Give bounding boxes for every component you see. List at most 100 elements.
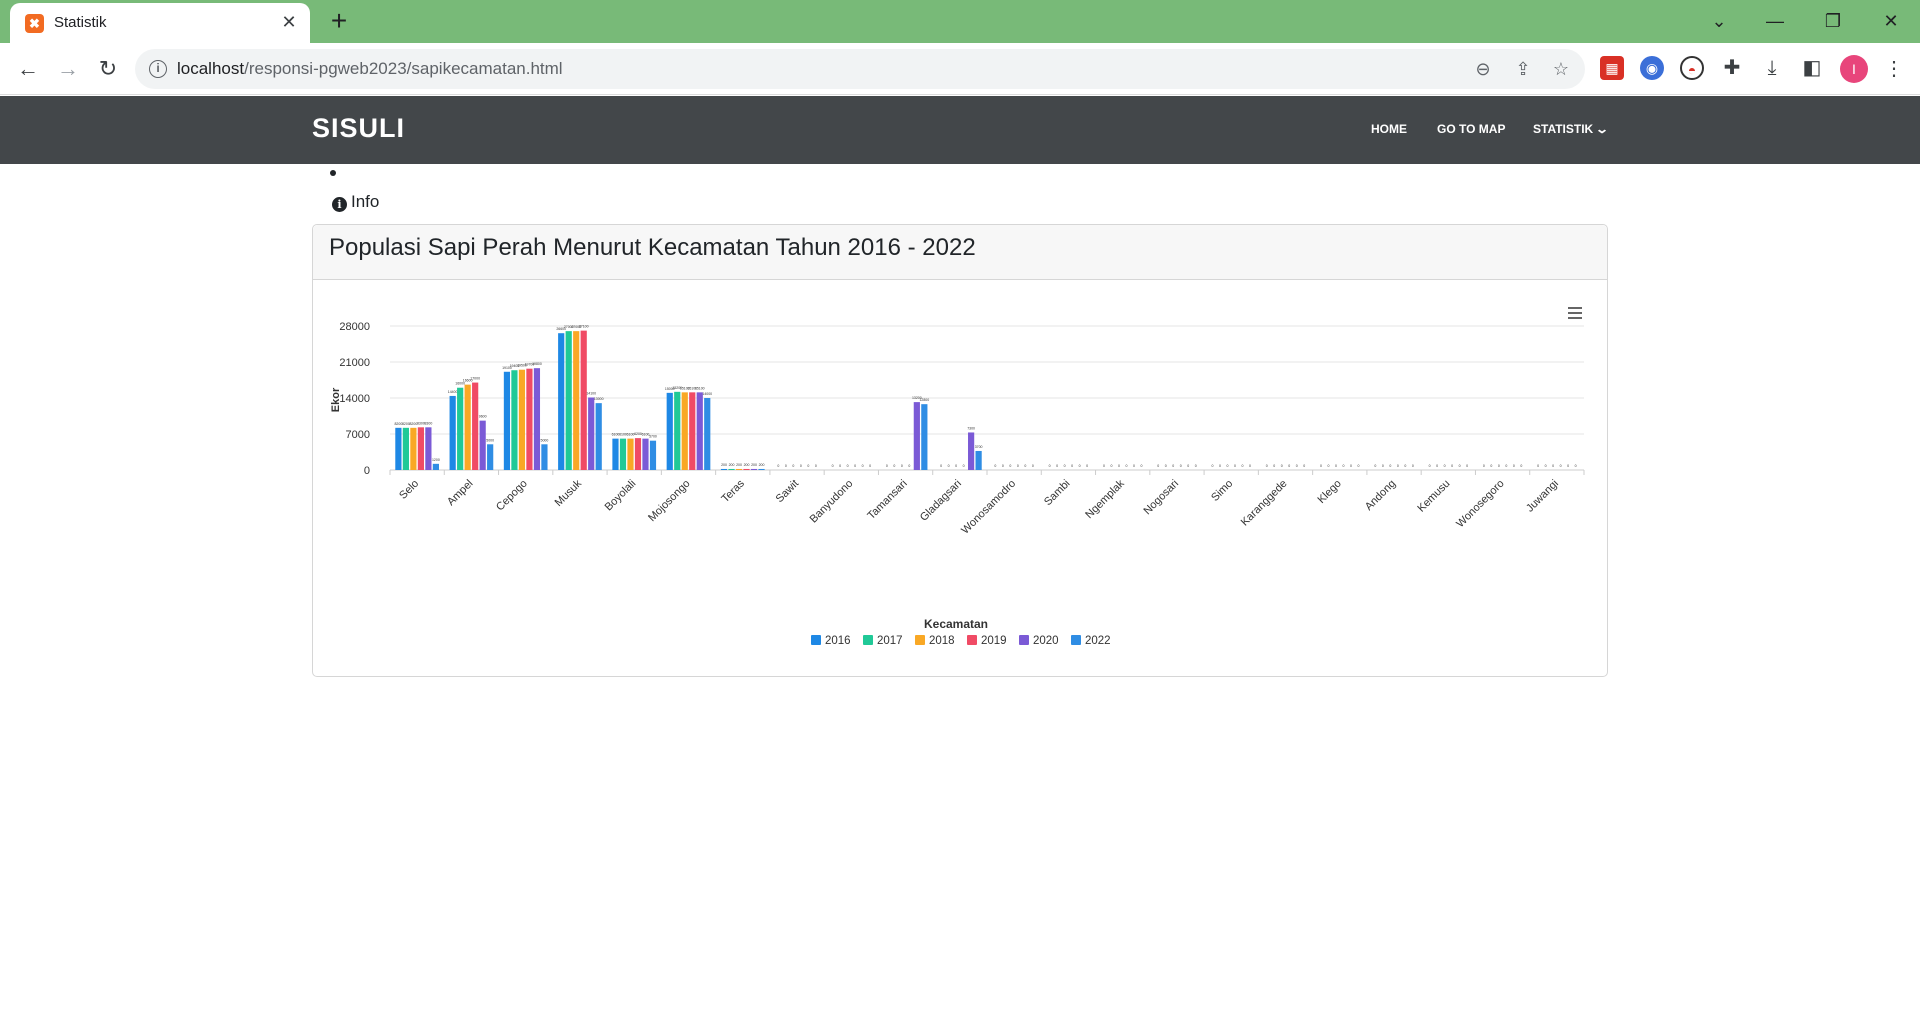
data-label: 0 xyxy=(955,464,957,468)
menu-kebab-icon[interactable]: ⋮ xyxy=(1884,55,1904,83)
data-label: 27100 xyxy=(579,325,589,329)
data-label: 0 xyxy=(1165,464,1167,468)
data-label: 0 xyxy=(1180,464,1182,468)
bar xyxy=(511,370,518,470)
bar xyxy=(758,468,765,470)
browser-tabstrip: ✖ Statistik ✕ + ⌄ — ❐ ✕ xyxy=(0,0,1920,43)
info-label: Info xyxy=(351,192,380,211)
data-label: 5000 xyxy=(541,438,549,442)
data-label: 0 xyxy=(1412,464,1414,468)
data-label: 0 xyxy=(940,464,942,468)
bar xyxy=(541,444,548,470)
chart-card: Populasi Sapi Perah Menurut Kecamatan Ta… xyxy=(312,224,1608,677)
extension-blue-icon[interactable]: ◉ xyxy=(1640,56,1664,80)
new-tab-icon[interactable]: + xyxy=(324,6,354,36)
x-tick-label: Gladagsari xyxy=(918,478,964,524)
extension-red-icon[interactable]: ▦ xyxy=(1600,56,1624,80)
reload-icon[interactable]: ↻ xyxy=(92,53,124,85)
x-tick-label: Teras xyxy=(719,477,747,505)
bar xyxy=(457,387,464,470)
bar xyxy=(580,330,587,470)
bar xyxy=(464,384,471,470)
hamburger-menu-icon[interactable] xyxy=(1568,307,1582,319)
window-close-icon[interactable]: ✕ xyxy=(1876,6,1906,36)
data-label: 0 xyxy=(839,464,841,468)
address-bar[interactable]: i localhost/responsi-pgweb2023/sapikecam… xyxy=(135,49,1585,89)
nav-home[interactable]: HOME xyxy=(1371,122,1407,136)
zoom-icon[interactable]: ⊖ xyxy=(1471,57,1495,81)
data-label: 0 xyxy=(1133,464,1135,468)
legend-label: 2022 xyxy=(1085,635,1111,647)
nav-go-to-map[interactable]: GO TO MAP xyxy=(1437,122,1505,136)
bar xyxy=(674,391,681,470)
data-label: 0 xyxy=(1350,464,1352,468)
data-label: 0 xyxy=(1436,464,1438,468)
bar xyxy=(704,398,711,470)
data-label: 0 xyxy=(832,464,834,468)
x-axis-label: Kecamatan xyxy=(924,617,988,631)
bar xyxy=(681,392,688,470)
site-info-icon[interactable]: i xyxy=(149,60,167,78)
data-label: 0 xyxy=(807,464,809,468)
data-label: 0 xyxy=(1404,464,1406,468)
brand-logo[interactable]: SISULI xyxy=(312,113,405,144)
data-label: 0 xyxy=(1358,464,1360,468)
data-label: 0 xyxy=(1212,464,1214,468)
chevron-down-icon[interactable]: ⌄ xyxy=(1704,6,1734,36)
profile-avatar[interactable]: I xyxy=(1840,55,1868,83)
data-label: 14400 xyxy=(448,390,458,394)
legend-swatch xyxy=(863,635,873,645)
data-label: 19800 xyxy=(532,362,542,366)
x-tick-label: Juwangi xyxy=(1524,478,1561,515)
data-label: 0 xyxy=(1389,464,1391,468)
puzzle-icon[interactable]: ✚ xyxy=(1720,56,1744,80)
y-tick-label: 7000 xyxy=(346,429,370,441)
card-header: Populasi Sapi Perah Menurut Kecamatan Ta… xyxy=(313,225,1607,280)
legend-swatch xyxy=(915,635,925,645)
x-tick-label: Klego xyxy=(1316,478,1344,506)
x-tick-label: Andong xyxy=(1363,478,1398,513)
bookmark-star-icon[interactable]: ☆ xyxy=(1549,57,1573,81)
site-navbar: SISULI HOME GO TO MAP STATISTIK ⌄ xyxy=(0,96,1920,164)
legend-label: 2019 xyxy=(981,635,1007,647)
minimize-icon[interactable]: — xyxy=(1760,6,1790,36)
legend-label: 2016 xyxy=(825,635,851,647)
y-tick-label: 0 xyxy=(364,465,370,477)
download-icon[interactable]: ⤓ xyxy=(1760,56,1784,80)
bar xyxy=(558,333,565,470)
data-label: 0 xyxy=(1064,464,1066,468)
restore-icon[interactable]: ❐ xyxy=(1818,6,1848,36)
legend-label: 2017 xyxy=(877,635,903,647)
bar xyxy=(634,438,642,470)
xampp-icon: ✖ xyxy=(25,14,44,33)
data-label: 0 xyxy=(1444,464,1446,468)
nav-statistik[interactable]: STATISTIK ⌄ xyxy=(1533,122,1609,136)
info-link[interactable]: i Info xyxy=(332,192,379,212)
data-label: 0 xyxy=(1575,464,1577,468)
extension-pokeball-icon[interactable]: ◓ xyxy=(1680,56,1704,80)
side-panel-icon[interactable]: ◧ xyxy=(1800,56,1824,80)
bar xyxy=(487,444,494,470)
data-label: 0 xyxy=(886,464,888,468)
data-label: 0 xyxy=(1335,464,1337,468)
data-label: 13000 xyxy=(594,397,604,401)
data-label: 0 xyxy=(1545,464,1547,468)
share-icon[interactable]: ⇪ xyxy=(1511,57,1535,81)
data-label: 0 xyxy=(1140,464,1142,468)
data-label: 0 xyxy=(1303,464,1305,468)
data-label: 0 xyxy=(963,464,965,468)
bar xyxy=(449,395,456,470)
data-label: 9600 xyxy=(479,415,487,419)
data-label: 0 xyxy=(1024,464,1026,468)
browser-tab[interactable]: ✖ Statistik ✕ xyxy=(10,3,310,43)
data-label: 0 xyxy=(1498,464,1500,468)
data-label: 0 xyxy=(1266,464,1268,468)
data-label: 0 xyxy=(1079,464,1081,468)
forward-icon[interactable]: → xyxy=(52,53,84,85)
nav-statistik-label: STATISTIK xyxy=(1533,122,1594,136)
x-tick-label: Cepogo xyxy=(494,478,530,514)
close-icon[interactable]: ✕ xyxy=(278,11,300,33)
back-icon[interactable]: ← xyxy=(12,53,44,85)
data-label: 0 xyxy=(908,464,910,468)
data-label: 0 xyxy=(1157,464,1159,468)
